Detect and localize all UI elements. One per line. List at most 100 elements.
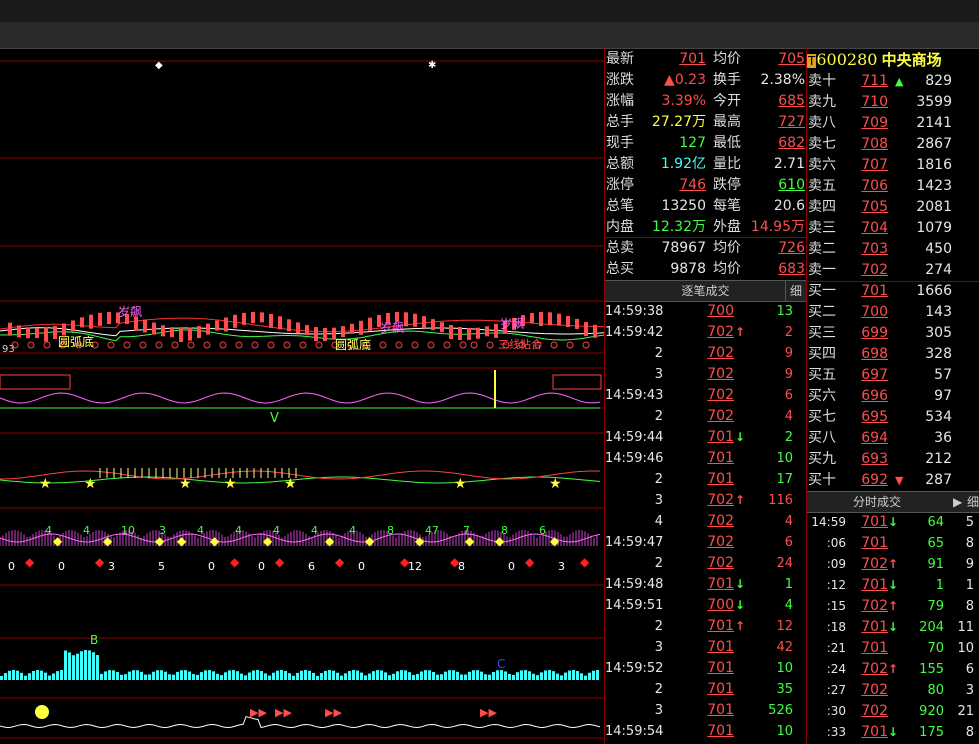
- minute-time: :24: [826, 662, 846, 676]
- volume-bar: [428, 670, 431, 680]
- count-label: 0: [508, 560, 515, 573]
- tick-time: 2: [654, 472, 663, 487]
- diamond-icon: ◆: [25, 555, 35, 569]
- volume-bar: [108, 670, 111, 680]
- volume-bar: [424, 670, 427, 680]
- volume-bar: [132, 670, 135, 680]
- volume-bar: [396, 671, 399, 680]
- book-price: 706: [861, 178, 888, 194]
- marker-star: ✱: [428, 60, 436, 71]
- count-label: 8: [387, 524, 394, 537]
- book-price: 699: [861, 325, 888, 341]
- signal-circle: [443, 341, 451, 349]
- signal-circle: [267, 341, 275, 349]
- candle: [476, 327, 480, 339]
- count-label: 8: [501, 524, 508, 537]
- volume-bar: [592, 670, 595, 680]
- diamond-icon: ◆: [95, 555, 105, 569]
- candle: [440, 322, 444, 333]
- volume-bar: [400, 670, 403, 680]
- diamond-icon: ◆: [525, 555, 535, 569]
- volume-bar: [300, 670, 303, 680]
- candle: [17, 325, 21, 338]
- candle: [296, 322, 300, 334]
- candle: [233, 314, 237, 328]
- volume-bar: [464, 674, 467, 680]
- play-icon[interactable]: ▶: [953, 492, 962, 512]
- volume-bar: [440, 674, 443, 680]
- candle: [188, 327, 192, 341]
- minute-volume: 70: [927, 641, 944, 656]
- diamond-icon: ◆: [210, 534, 220, 548]
- candle: [530, 313, 534, 324]
- volume-bar: [532, 673, 535, 680]
- tick-price: 701: [707, 450, 734, 466]
- volume-bar: [216, 673, 219, 680]
- minute-price: 701: [861, 724, 888, 740]
- quote-label: 总卖: [606, 240, 634, 256]
- tick-volume: 9: [784, 346, 793, 361]
- volume-bar: [84, 650, 87, 680]
- book-volume: 36: [934, 430, 952, 446]
- candle: [224, 317, 228, 332]
- tick-time: 2: [654, 556, 663, 571]
- candle: [260, 312, 264, 323]
- quote-value: 20.6: [773, 198, 805, 214]
- candle: [557, 313, 561, 326]
- volume-bar: [268, 675, 271, 680]
- book-price: 708: [861, 136, 888, 152]
- volume-bar: [136, 670, 139, 680]
- volume-bar: [392, 673, 395, 680]
- volume-bar: [40, 670, 43, 680]
- count-label: 6: [539, 524, 546, 537]
- minute-time: :33: [826, 725, 846, 739]
- quote-label: 涨幅: [606, 93, 634, 109]
- volume-bar: [240, 673, 243, 680]
- book-volume: 534: [925, 409, 952, 425]
- tick-time: 14:59:46: [605, 451, 664, 466]
- book-label: 买六: [808, 388, 836, 404]
- signal-circle: [155, 341, 163, 349]
- volume-bar: [112, 670, 115, 680]
- tick-time: 2: [654, 682, 663, 697]
- minute-time: :06: [826, 536, 846, 550]
- book-label: 买七: [808, 409, 836, 425]
- ticks-detail-button[interactable]: 细: [785, 281, 806, 301]
- candle: [413, 313, 417, 327]
- arrow-up-icon: ↑: [735, 493, 746, 507]
- count-label: 0: [358, 560, 365, 573]
- book-label: 卖八: [808, 115, 836, 131]
- minute-detail-button[interactable]: 细: [967, 492, 979, 512]
- diamond-icon: ◆: [230, 555, 240, 569]
- volume-bar: [92, 652, 95, 680]
- volume-bar: [504, 671, 507, 680]
- volume-bar: [164, 671, 167, 680]
- book-price: 711: [861, 73, 888, 89]
- volume-bar: [220, 675, 223, 680]
- volume-bar: [188, 671, 191, 680]
- volume-bar: [100, 673, 103, 680]
- minute-volume: 79: [927, 599, 944, 614]
- volume-bar: [124, 674, 127, 680]
- count-label: 4: [311, 524, 318, 537]
- count-label: 12: [408, 560, 422, 573]
- arrow-up-icon: ↑: [735, 619, 746, 633]
- left-value: 93: [2, 344, 15, 355]
- kline-chart[interactable]: ◆ ✱93圆弧底 圆弧底岁飙岁飙 岁飙三线粘合V★ ★ ★ ★ ★ ★ ★◆ ◆ ◆ ◆ ◆ ◆ ◆ ◆ ◆ ◆ ◆ ◆…: [0, 48, 604, 744]
- band-box: [0, 374, 71, 390]
- minute-price: 701: [861, 535, 888, 551]
- candle: [53, 325, 57, 339]
- volume-bar: [324, 670, 327, 680]
- count-label: 8: [458, 560, 465, 573]
- tick-time: 14:59:42: [605, 325, 664, 340]
- flag-icon: ▶▶: [250, 706, 267, 719]
- tick-volume: 10: [776, 451, 793, 466]
- candle: [152, 322, 156, 335]
- volume-bar: [168, 674, 171, 680]
- quote-value: 726: [778, 240, 805, 256]
- candle: [44, 327, 48, 342]
- volume-bar: [4, 673, 7, 680]
- label-b: B: [90, 633, 98, 647]
- tick-time: 3: [654, 640, 663, 655]
- minute-title: 分时成交: [852, 495, 901, 509]
